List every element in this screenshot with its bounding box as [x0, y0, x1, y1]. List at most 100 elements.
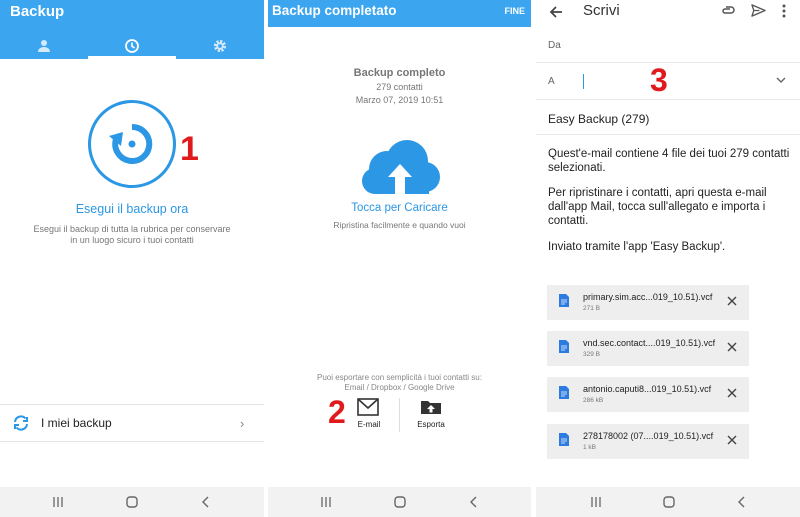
divider [0, 441, 264, 442]
attachment-size: 271 B [583, 305, 600, 312]
arrow-back-icon[interactable] [548, 4, 564, 20]
body-paragraph-2[interactable]: Per ripristinare i contatti, apri questa… [548, 186, 796, 228]
backup-complete-screen: Backup completato FINE Backup completo 2… [268, 0, 531, 517]
tab-settings[interactable] [176, 32, 264, 59]
gear-icon [213, 39, 227, 52]
body-paragraph-3[interactable]: Inviato tramite l'app 'Easy Backup'. [548, 240, 796, 254]
step-number-3: 3 [650, 62, 668, 98]
recent-apps-icon [321, 497, 331, 507]
chevron-right-icon: › [240, 416, 245, 431]
body-line: selezionati. [548, 162, 606, 174]
my-backups-item[interactable]: I miei backup › [0, 405, 264, 441]
app-header: Backup completato FINE [268, 0, 531, 27]
backup-complete-heading: Backup completo [353, 67, 446, 79]
tab-backup[interactable] [88, 32, 176, 59]
step-number-1: 1 [180, 130, 199, 168]
export-info-line1: Puoi esportare con semplicità i tuoi con… [317, 373, 482, 382]
attachment-size: 329 B [583, 351, 600, 358]
home-icon [663, 496, 675, 508]
system-navbar [268, 487, 531, 517]
backup-screen: Backup 1 Esegui il backup ora Esegui il … [0, 0, 264, 517]
restore-description: Ripristina facilmente e quando vuoi [333, 220, 466, 230]
home-button[interactable] [392, 494, 408, 510]
backup-description-line2: in un luogo sicuro i tuoi contatti [70, 235, 194, 245]
backup-description-line1: Esegui il backup di tutta la rubrica per… [33, 224, 231, 234]
attachment-item[interactable]: primary.sim.acc...019_10.51).vcf 271 B [547, 285, 749, 320]
recent-apps-button[interactable] [588, 494, 604, 510]
document-icon [559, 294, 569, 307]
system-navbar [536, 487, 800, 517]
recent-apps-button[interactable] [50, 494, 66, 510]
recent-apps-icon [53, 497, 63, 507]
close-icon[interactable] [727, 435, 737, 445]
attachment-name: vnd.sec.contact....019_10.51).vcf [583, 338, 716, 348]
tab-indicator [88, 56, 176, 59]
email-label: E-mail [357, 420, 381, 429]
divider [536, 99, 800, 100]
email-export-button[interactable]: E-mail [354, 398, 384, 432]
app-header: Backup [0, 0, 264, 59]
recent-apps-button[interactable] [318, 494, 334, 510]
body-line: Per ripristinare i contatti, apri questa… [548, 187, 767, 199]
backup-refresh-icon [109, 123, 153, 164]
body-paragraph-1[interactable]: Quest'e-mail contiene 4 file dei tuoi 27… [548, 147, 796, 175]
send-icon[interactable] [751, 3, 766, 18]
compose-email-screen: Scrivi Da A 3 Easy Backup (279) Quest'e-… [536, 0, 800, 517]
back-icon [202, 496, 209, 508]
attachment-item[interactable]: antonio.caputi8...019_10.51).vcf 286 kB [547, 377, 749, 412]
close-icon[interactable] [727, 388, 737, 398]
step-number-2: 2 [328, 394, 346, 430]
divider [399, 398, 400, 432]
person-icon [38, 39, 50, 52]
subject-field[interactable]: Easy Backup (279) [548, 112, 649, 126]
close-icon[interactable] [727, 342, 737, 352]
system-navbar [0, 487, 264, 517]
cloud-upload-icon[interactable] [357, 139, 443, 199]
back-icon [738, 496, 745, 508]
to-input-cursor[interactable] [583, 74, 584, 89]
mail-icon [357, 398, 379, 416]
tap-to-upload-link[interactable]: Tocca per Caricare [268, 202, 531, 214]
export-info-line2: Email / Dropbox / Google Drive [344, 383, 455, 392]
home-button[interactable] [124, 494, 140, 510]
done-button[interactable]: FINE [504, 6, 525, 16]
export-button[interactable]: Esporta [414, 398, 448, 432]
attachment-name: antonio.caputi8...019_10.51).vcf [583, 384, 712, 394]
attachment-item[interactable]: vnd.sec.contact....019_10.51).vcf 329 B [547, 331, 749, 366]
attachment-size: 286 kB [583, 397, 604, 404]
chevron-down-icon[interactable] [776, 76, 786, 84]
document-icon [559, 386, 569, 399]
home-icon [394, 496, 406, 508]
attachment-name: primary.sim.acc...019_10.51).vcf [583, 292, 713, 302]
history-icon [125, 38, 139, 53]
more-vert-icon[interactable] [781, 3, 787, 19]
back-icon [470, 496, 477, 508]
body-line: dall'app Mail, tocca sull'allegato e imp… [548, 201, 766, 213]
contacts-count: 279 contatti [376, 82, 423, 92]
attachment-size: 1 kB [583, 444, 597, 451]
my-backups-label: I miei backup [41, 416, 112, 430]
divider [536, 134, 800, 135]
backup-now-button[interactable] [88, 100, 176, 188]
attachment-item[interactable]: 278178002 (07....019_10.51).vcf 1 kB [547, 424, 749, 459]
divider [536, 62, 800, 63]
tab-contacts[interactable] [0, 32, 88, 59]
to-label: A [548, 76, 555, 87]
export-label: Esporta [417, 420, 445, 429]
folder-upload-icon [421, 401, 441, 414]
back-button[interactable] [198, 494, 214, 510]
paperclip-icon[interactable] [720, 3, 736, 19]
app-title: Backup completato [272, 3, 397, 18]
body-line: Quest'e-mail contiene 4 file dei tuoi 27… [548, 148, 790, 160]
close-icon[interactable] [727, 296, 737, 306]
backup-now-link[interactable]: Esegui il backup ora [0, 202, 264, 216]
recent-apps-icon [591, 497, 601, 507]
compose-toolbar: Scrivi [536, 0, 800, 26]
document-icon [559, 433, 569, 446]
back-button[interactable] [466, 494, 482, 510]
body-line: contatti. [548, 215, 589, 227]
back-button[interactable] [734, 494, 750, 510]
from-label: Da [548, 40, 561, 51]
backup-description: Esegui il backup di tutta la rubrica per… [30, 224, 234, 246]
home-button[interactable] [661, 494, 677, 510]
